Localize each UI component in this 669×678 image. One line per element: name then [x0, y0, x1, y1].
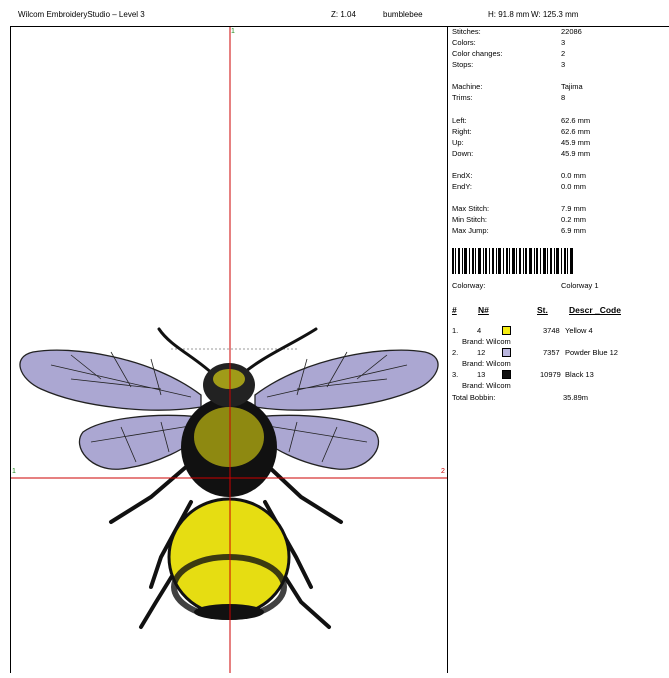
col-header-num: # [452, 305, 457, 315]
col-header-st: St. [537, 305, 548, 315]
row-description: Yellow 4 [565, 326, 593, 335]
row-needle: 4 [477, 326, 482, 335]
table-row: 2. 12 7357 Powder Blue 12 Brand: Wilcom [452, 348, 666, 372]
row-needle: 13 [477, 370, 486, 379]
color-changes-value: 2 [561, 49, 566, 58]
thread-swatch [502, 348, 511, 357]
row-brand: Brand: Wilcom [462, 381, 511, 390]
total-bobbin-value: 35.89m [563, 393, 589, 402]
design-width: W: 125.3 mm [531, 10, 579, 19]
row-stitches: 7357 [543, 348, 560, 357]
row-brand: Brand: Wilcom [462, 337, 511, 346]
design-canvas[interactable]: 1 1 2 [11, 27, 447, 673]
min-stitch-label: Min Stitch: [452, 215, 488, 224]
right-value: 62.6 mm [561, 127, 591, 136]
max-stitch-value: 7.9 mm [561, 204, 587, 213]
right-label: Right: [452, 127, 472, 136]
min-stitch-value: 0.2 mm [561, 215, 587, 224]
row-needle: 12 [477, 348, 486, 357]
total-bobbin-label: Total Bobbin: [452, 393, 496, 402]
row-description: Powder Blue 12 [565, 348, 618, 357]
left-label: Left: [452, 116, 467, 125]
thread-swatch [502, 326, 511, 335]
colorway-value: Colorway 1 [561, 281, 599, 290]
stops-label: Stops: [452, 60, 474, 69]
design-height: H: 91.8 mm [488, 10, 530, 19]
down-value: 45.9 mm [561, 149, 591, 158]
app-title: Wilcom EmbroideryStudio – Level 3 [18, 10, 145, 19]
left-wing-upper [19, 349, 202, 411]
row-index: 2. [452, 348, 459, 357]
design-info-panel: Stitches: 22086 Colors: 3 Color changes: 2 … [452, 27, 666, 673]
endx-value: 0.0 mm [561, 171, 587, 180]
row-description: Black 13 [565, 370, 594, 379]
left-value: 62.6 mm [561, 116, 591, 125]
panel-divider [447, 26, 448, 673]
colors-label: Colors: [452, 38, 476, 47]
marker-top: 1 [231, 28, 235, 35]
col-header-n: N# [478, 305, 489, 315]
stops-value: 3 [561, 60, 566, 69]
trims-label: Trims: [452, 93, 473, 102]
max-jump-label: Max Jump: [452, 226, 489, 235]
row-index: 3. [452, 370, 459, 379]
endy-value: 0.0 mm [561, 182, 587, 191]
colorway-label: Colorway: [452, 281, 486, 290]
max-jump-value: 6.9 mm [561, 226, 587, 235]
zoom-level: Z: 1.04 [331, 10, 356, 19]
endy-label: EndY: [452, 182, 473, 191]
machine-value: Tajima [561, 82, 583, 91]
max-stitch-label: Max Stitch: [452, 204, 490, 213]
stitches-label: Stitches: [452, 27, 481, 36]
table-row: 3. 13 10979 Black 13 Brand: Wilcom [452, 370, 666, 394]
machine-label: Machine: [452, 82, 483, 91]
colors-value: 3 [561, 38, 566, 47]
stitches-value: 22086 [561, 27, 582, 36]
bumblebee-design [11, 27, 447, 673]
row-stitches: 3748 [543, 326, 560, 335]
marker-right: 2 [441, 468, 445, 475]
endx-label: EndX: [452, 171, 473, 180]
color-changes-label: Color changes: [452, 49, 503, 58]
up-label: Up: [452, 138, 464, 147]
row-stitches: 10979 [540, 370, 561, 379]
thread-swatch [502, 370, 511, 379]
barcode [452, 248, 573, 274]
col-header-descr: Descr _Code [569, 305, 621, 315]
right-wing-upper [254, 349, 439, 411]
row-index: 1. [452, 326, 459, 335]
marker-left: 1 [12, 468, 16, 475]
header-bar: Wilcom EmbroideryStudio – Level 3 Z: 1.0… [0, 0, 669, 26]
down-label: Down: [452, 149, 474, 158]
trims-value: 8 [561, 93, 566, 102]
row-brand: Brand: Wilcom [462, 359, 511, 368]
design-name: bumblebee [383, 10, 423, 19]
up-value: 45.9 mm [561, 138, 591, 147]
table-row: 1. 4 3748 Yellow 4 Brand: Wilcom [452, 326, 666, 350]
